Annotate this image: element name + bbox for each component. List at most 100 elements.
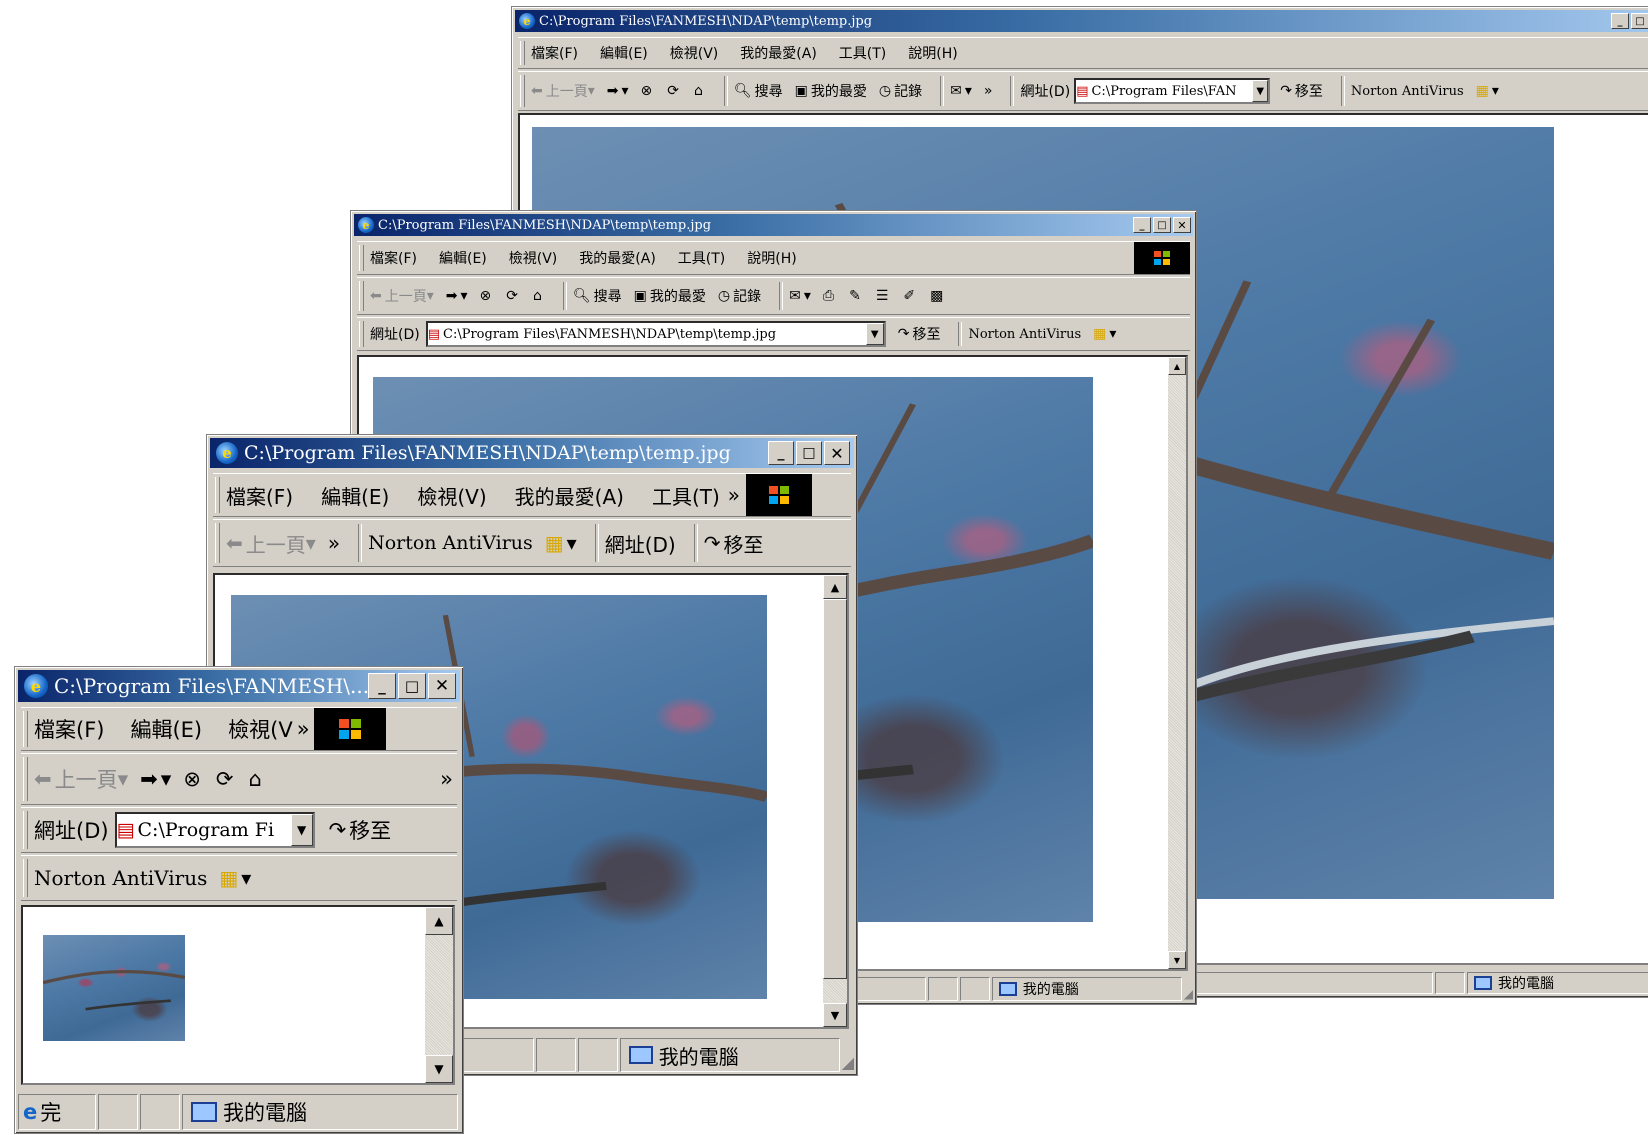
title-bar[interactable]: e C:\Program Files\FANMESH\... _ □ ✕ bbox=[18, 670, 460, 702]
menu-favorites[interactable]: 我的最愛(A) bbox=[579, 248, 656, 268]
minimize-icon[interactable]: _ bbox=[1133, 217, 1151, 233]
menu-file[interactable]: 檔案(F) bbox=[226, 481, 293, 510]
norton-button[interactable]: ▦ ▾ bbox=[219, 866, 251, 890]
menu-edit[interactable]: 編輯(E) bbox=[321, 481, 389, 510]
address-input[interactable]: ▤ C:\Program Files\FAN ▼ bbox=[1074, 78, 1271, 104]
menu-view[interactable]: 檢視(V bbox=[228, 714, 293, 744]
resize-grip-icon[interactable]: ◢ bbox=[1184, 987, 1193, 1001]
menu-tools[interactable]: 工具(T) bbox=[652, 481, 720, 510]
go-button[interactable]: ↷ 移至 bbox=[704, 529, 764, 558]
back-button[interactable]: ⬅ 上一頁 ▾ bbox=[370, 286, 434, 306]
history-button[interactable]: ◷ 記錄 bbox=[879, 81, 922, 101]
favorites-icon: ▣ bbox=[633, 288, 647, 304]
title-bar[interactable]: e C:\Program Files\FANMESH\NDAP\temp\tem… bbox=[354, 214, 1193, 236]
history-button[interactable]: ◷ 記錄 bbox=[718, 286, 761, 306]
norton-button[interactable]: ▦ ▾ bbox=[1093, 326, 1116, 342]
dropdown-arrow-icon[interactable]: ▼ bbox=[865, 323, 884, 345]
search-button[interactable]: 🔍︎ 搜尋 bbox=[573, 286, 622, 306]
dropdown-arrow-icon[interactable]: ▼ bbox=[290, 814, 313, 846]
back-button[interactable]: ⬅ 上一頁 ▾ bbox=[226, 529, 316, 558]
scroll-thumb[interactable] bbox=[823, 599, 847, 979]
menu-more-button[interactable]: » bbox=[297, 717, 310, 741]
menu-view[interactable]: 檢視(V) bbox=[670, 43, 719, 63]
favorites-button[interactable]: ▣ 我的最愛 bbox=[634, 286, 706, 306]
refresh-button[interactable]: ⟳ bbox=[506, 288, 521, 304]
computer-icon bbox=[998, 982, 1017, 996]
address-input[interactable]: ▤ C:\Program Fi ▼ bbox=[114, 812, 315, 848]
discuss-button[interactable]: ☰ bbox=[876, 288, 892, 304]
back-button[interactable]: ⬅ 上一頁 ▾ bbox=[531, 81, 595, 101]
menu-help[interactable]: 說明(H) bbox=[747, 248, 796, 268]
vertical-scrollbar[interactable]: ▲ ▼ bbox=[823, 575, 847, 1027]
favorites-button[interactable]: ▣ 我的最愛 bbox=[795, 81, 867, 101]
toolbar-separator bbox=[358, 524, 363, 562]
stop-button[interactable]: ⊗ bbox=[641, 83, 656, 99]
maximize-icon[interactable]: □ bbox=[1631, 13, 1648, 29]
refresh-button[interactable]: ⟳ bbox=[216, 767, 237, 791]
mail-button[interactable]: ✉ ▾ bbox=[950, 83, 972, 99]
close-icon[interactable]: ✕ bbox=[428, 673, 456, 699]
title-bar[interactable]: e C:\Program Files\FANMESH\NDAP\temp\tem… bbox=[515, 10, 1648, 32]
menu-edit[interactable]: 編輯(E) bbox=[439, 248, 487, 268]
search-button[interactable]: 🔍︎ 搜尋 bbox=[734, 81, 783, 101]
maximize-icon[interactable]: □ bbox=[1153, 217, 1171, 233]
title-bar[interactable]: e C:\Program Files\FANMESH\NDAP\temp\tem… bbox=[210, 438, 854, 468]
norton-button[interactable]: ▦ ▾ bbox=[545, 531, 577, 555]
menu-help[interactable]: 說明(H) bbox=[908, 43, 957, 63]
media-button[interactable]: ▩ bbox=[930, 288, 946, 304]
menu-favorites[interactable]: 我的最愛(A) bbox=[515, 481, 624, 510]
close-icon[interactable]: ✕ bbox=[1173, 217, 1191, 233]
dropdown-arrow-icon[interactable]: ▼ bbox=[1252, 80, 1269, 102]
mail-button[interactable]: ✉ ▾ bbox=[789, 288, 811, 304]
menu-file[interactable]: 檔案(F) bbox=[531, 43, 578, 63]
minimize-icon[interactable]: _ bbox=[768, 441, 794, 465]
menu-file[interactable]: 檔案(F) bbox=[370, 248, 417, 268]
home-button[interactable]: ⌂ bbox=[533, 288, 545, 304]
forward-button[interactable]: ➡ ▾ bbox=[446, 288, 468, 304]
minimize-icon[interactable]: _ bbox=[368, 673, 396, 699]
maximize-icon[interactable]: □ bbox=[398, 673, 426, 699]
go-button[interactable]: ↷ 移至 bbox=[898, 324, 941, 344]
forward-button[interactable]: ➡ ▾ bbox=[607, 83, 629, 99]
back-button[interactable]: ⬅ 上一頁 ▾ bbox=[34, 764, 128, 794]
menu-view[interactable]: 檢視(V) bbox=[509, 248, 558, 268]
stop-button[interactable]: ⊗ bbox=[480, 288, 495, 304]
home-button[interactable]: ⌂ bbox=[694, 83, 706, 99]
maximize-icon[interactable]: □ bbox=[796, 441, 822, 465]
scroll-down-arrow[interactable]: ▼ bbox=[1168, 951, 1186, 969]
minimize-icon[interactable]: _ bbox=[1611, 13, 1629, 29]
resize-grip-icon[interactable]: ◢ bbox=[842, 1053, 854, 1072]
go-button[interactable]: ↷ 移至 bbox=[1280, 81, 1323, 101]
forward-button[interactable]: ➡ ▾ bbox=[140, 767, 171, 791]
menu-view[interactable]: 檢視(V) bbox=[417, 481, 486, 510]
address-input[interactable]: ▤ C:\Program Files\FANMESH\NDAP\temp\tem… bbox=[425, 321, 886, 347]
scroll-up-arrow[interactable]: ▲ bbox=[425, 907, 453, 935]
back-label: 上一頁 bbox=[245, 532, 306, 557]
scroll-down-arrow[interactable]: ▼ bbox=[823, 1003, 847, 1027]
toolbar-more-button[interactable]: » bbox=[440, 767, 453, 791]
norton-icon: ▦ bbox=[1475, 83, 1489, 99]
print-button[interactable]: ⎙ bbox=[823, 288, 837, 304]
menu-tools[interactable]: 工具(T) bbox=[839, 43, 886, 63]
menu-edit[interactable]: 編輯(E) bbox=[130, 714, 202, 744]
home-button[interactable]: ⌂ bbox=[249, 767, 265, 791]
menu-more-button[interactable]: » bbox=[728, 483, 740, 507]
toolbar-more-button[interactable]: » bbox=[984, 83, 993, 99]
menu-file[interactable]: 檔案(F) bbox=[34, 714, 104, 744]
scroll-down-arrow[interactable]: ▼ bbox=[425, 1055, 453, 1083]
vertical-scrollbar[interactable]: ▲ ▼ bbox=[425, 907, 453, 1083]
menu-favorites[interactable]: 我的最愛(A) bbox=[740, 43, 817, 63]
refresh-button[interactable]: ⟳ bbox=[667, 83, 682, 99]
messenger-button[interactable]: ✐ bbox=[903, 288, 918, 304]
menu-tools[interactable]: 工具(T) bbox=[678, 248, 725, 268]
norton-button[interactable]: ▦ ▾ bbox=[1476, 83, 1499, 99]
vertical-scrollbar[interactable]: ▲ ▼ bbox=[1168, 357, 1186, 969]
scroll-up-arrow[interactable]: ▲ bbox=[823, 575, 847, 599]
menu-edit[interactable]: 編輯(E) bbox=[600, 43, 648, 63]
stop-button[interactable]: ⊗ bbox=[183, 767, 204, 791]
close-icon[interactable]: ✕ bbox=[824, 441, 850, 465]
go-button[interactable]: ↷ 移至 bbox=[329, 815, 392, 845]
scroll-up-arrow[interactable]: ▲ bbox=[1168, 357, 1186, 375]
toolbar-more-button[interactable]: » bbox=[328, 531, 340, 555]
edit-button[interactable]: ✎ bbox=[849, 288, 864, 304]
